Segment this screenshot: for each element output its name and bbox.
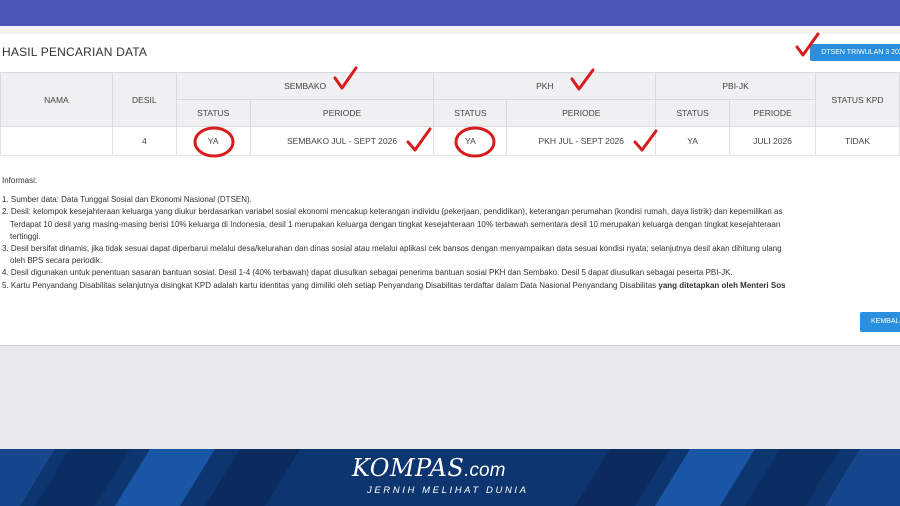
result-table: NAMA DESIL SEMBAKO PKH PBI-JK STATUS KPD… bbox=[0, 72, 900, 156]
cell-pkh-status: YA bbox=[433, 126, 508, 156]
kompas-banner: KOMPAS.com JERNIH MELIHAT DUNIA bbox=[0, 449, 900, 506]
dtsen-period-button[interactable]: DTSEN TRIWULAN 3 2026 bbox=[810, 44, 900, 61]
group-sembako: SEMBAKO bbox=[175, 72, 435, 100]
group-pkh: PKH bbox=[433, 72, 657, 100]
info-item: 2. Desil: kelompok kesejahteraan keluarg… bbox=[2, 207, 783, 217]
cell-sembako-periode: SEMBAKO JUL - SEPT 2026 bbox=[249, 126, 435, 156]
kompas-logo: KOMPAS.com bbox=[352, 454, 506, 482]
col-desil: DESIL bbox=[111, 72, 177, 127]
header-spacer bbox=[0, 26, 900, 34]
info-item-bold: yang ditetapkan oleh Menteri Sos bbox=[658, 280, 786, 290]
group-pbi-jk: PBI-JK bbox=[655, 72, 816, 100]
col-pkh-status: STATUS bbox=[433, 99, 508, 127]
col-status-kpd: STATUS KPD bbox=[815, 72, 900, 127]
info-item: 3. Desil bersifat dinamis, jika tidak se… bbox=[2, 244, 782, 254]
kompas-tagline: JERNIH MELIHAT DUNIA bbox=[367, 485, 529, 496]
col-pbi-status: STATUS bbox=[655, 99, 731, 127]
info-item: 5. Kartu Penyandang Disabilitas selanjut… bbox=[2, 280, 786, 290]
info-item: 1. Sumber data: Data Tunggal Sosial dan … bbox=[2, 195, 252, 205]
cell-pbi-status: YA bbox=[655, 126, 731, 156]
table-row: 4 YA SEMBAKO JUL - SEPT 2026 YA PKH JUL … bbox=[0, 126, 900, 156]
col-pbi-periode: PERIODE bbox=[729, 99, 816, 127]
back-button[interactable]: KEMBALI bbox=[860, 312, 900, 332]
cell-desil: 4 bbox=[111, 126, 177, 156]
cell-status-kpd: TIDAK bbox=[815, 126, 900, 156]
cell-pkh-periode: PKH JUL - SEPT 2026 bbox=[506, 126, 657, 156]
col-nama: NAMA bbox=[0, 72, 113, 127]
info-item: 4. Desil digunakan untuk penentuan sasar… bbox=[2, 268, 733, 278]
cell-sembako-status: YA bbox=[175, 126, 251, 156]
col-pkh-periode: PERIODE bbox=[506, 99, 657, 127]
col-sembako-status: STATUS bbox=[175, 99, 251, 127]
app-header-bar bbox=[0, 0, 900, 26]
info-list: 1. Sumber data: Data Tunggal Sosial dan … bbox=[2, 194, 900, 292]
result-card: HASIL PENCARIAN DATA DTSEN TRIWULAN 3 20… bbox=[0, 34, 900, 346]
cell-pbi-periode: JULI 2026 bbox=[729, 126, 816, 156]
info-item-continuation: Terdapat 10 desil yang masing-masing ber… bbox=[10, 219, 781, 229]
info-section: Informasi: 1. Sumber data: Data Tunggal … bbox=[2, 175, 900, 292]
info-item-continuation: oleh BPS secara periodik. bbox=[10, 256, 103, 266]
info-title: Informasi: bbox=[2, 176, 38, 185]
info-item-continuation: tertinggi. bbox=[10, 231, 41, 241]
cell-nama bbox=[0, 126, 113, 156]
page-title: HASIL PENCARIAN DATA bbox=[2, 45, 148, 59]
col-sembako-periode: PERIODE bbox=[249, 99, 435, 127]
